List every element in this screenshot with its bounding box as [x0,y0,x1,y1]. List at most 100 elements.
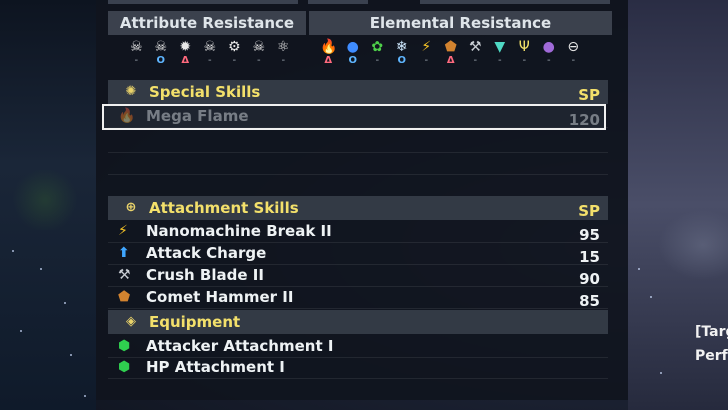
special-skills-title: Special Skills [149,83,261,101]
resistance-mark: - [281,55,286,66]
skill-row[interactable]: ⚡ Nanomachine Break II 95 [108,221,608,244]
resistance-cell: ✿ - [365,39,390,67]
null-icon: ⊖ [567,39,580,55]
resistance-cell: ❄ O [390,39,415,67]
green-gem-icon: ⬢ [118,359,131,375]
resistance-mark: - [473,55,478,66]
fire-icon: 🔥 [320,39,338,55]
resistance-cell: ⚙ - [222,39,247,67]
resistance-cell: ☠ - [198,39,223,67]
attribute-resistance-icons: ☠ - ☠ O ✹ Δ ☠ - ⚙ - ☠ - ⚛ - [124,39,296,67]
resistance-mark: - [207,55,212,66]
skill-name: Nanomachine Break II [146,222,332,240]
special-skills-header: ✺ Special Skills SP [108,80,608,104]
skill-name: Attacker Attachment I [146,337,334,355]
resistance-cell: ⬟ Δ [439,39,464,67]
status-panel: Attribute Resistance Elemental Resistanc… [96,0,628,400]
steel-icon: ⚒ [468,39,482,55]
resistance-mark: - [571,55,576,66]
resistance-mark: - [134,55,139,66]
light-icon: Ψ [518,39,530,55]
attachment-skills-header: ⊕ Attachment Skills SP [108,196,608,220]
skill-row[interactable]: ⬢ HP Attachment I [108,357,608,379]
attachment-skills-sp-label: SP [578,202,600,220]
earth-icon: ⬟ [118,289,131,305]
elemental-resistance-icons: 🔥 Δ ● O ✿ - ❄ O ⚡ - ⬟ Δ ⚒ - ▼ - Ψ - ● - ⊖ - [316,39,586,67]
skill-name: Attack Charge [146,244,267,262]
background-left [0,0,96,410]
resistance-cell: ⚛ - [271,39,296,67]
plant-icon: ✿ [371,39,384,55]
sparkle [638,268,640,270]
resistance-cell: ● O [341,39,366,67]
dark-icon: ● [542,39,555,55]
water-drop-icon: ● [346,39,359,55]
resistance-mark: - [546,55,551,66]
earth-icon: ⬟ [444,39,457,55]
resistance-mark: - [522,55,527,66]
skill-row[interactable]: ⬢ Attacker Attachment I [108,336,608,358]
sparkle [70,354,72,356]
steel-icon: ⚒ [118,267,131,283]
resistance-mark: O [156,55,165,66]
skull-icon: ☠ [129,39,143,55]
resistance-mark: - [497,55,502,66]
empty-slot-line [108,152,608,153]
resistance-mark: - [424,55,429,66]
electric-icon: ⚡ [421,39,432,55]
target-icon: ⊕ [125,200,137,215]
skill-row[interactable]: ⚒ Crush Blade II 90 [108,265,608,288]
side-hint-line1: [Targ [695,324,728,340]
atom-icon: ⚛ [276,39,290,55]
equipment-header: ◈ Equipment [108,310,608,334]
skull-icon: ☠ [252,39,266,55]
skull-icon: ☠ [203,39,217,55]
resistance-cell: ⊖ - [561,39,586,67]
sparkle [650,296,652,298]
resistance-mark: - [375,55,380,66]
resistance-cell: ⚒ - [463,39,488,67]
buff-arrow-icon: ⬆ [118,245,130,261]
attribute-resistance-header: Attribute Resistance [108,11,306,35]
ice-icon: ❄ [395,39,408,55]
skill-row[interactable]: ⬆ Attack Charge 15 [108,243,608,266]
electric-icon: ⚡ [118,223,128,239]
resistance-cell: ⚡ - [414,39,439,67]
skull-icon: ☠ [154,39,168,55]
sparkle [12,250,14,252]
resistance-mark: Δ [181,55,190,66]
gear-icon: ⚙ [227,39,241,55]
resistance-mark: - [232,55,237,66]
resistance-mark: O [397,55,406,66]
resistance-cell: 🔥 Δ [316,39,341,67]
resistance-mark: Δ [446,55,455,66]
skill-name: Crush Blade II [146,266,264,284]
gear-icon: ✺ [125,84,137,99]
green-gem-icon: ⬢ [118,338,131,354]
side-hint-line2: Perfo [695,348,728,364]
resistance-cell: ▼ - [488,39,513,67]
sparkle [64,302,66,304]
diamond-icon: ◈ [126,314,136,329]
top-edge [108,0,610,5]
resistance-mark: Δ [324,55,333,66]
resistance-cell: Ψ- [512,39,537,67]
resistance-cell: ☠ - [247,39,272,67]
resistance-cell: ✹ Δ [173,39,198,67]
resistance-mark: - [256,55,261,66]
resistance-cell: ☠ - [124,39,149,67]
selected-skill-highlight[interactable] [102,104,606,130]
resistance-cell: ☠ O [149,39,174,67]
skill-name: Comet Hammer II [146,288,294,306]
wind-icon: ▼ [494,39,506,55]
skill-name: HP Attachment I [146,358,285,376]
resistance-mark: O [348,55,357,66]
spiky-skull-icon: ✹ [179,39,192,55]
sparkle [660,372,662,374]
skill-sp-cost: 85 [579,292,600,310]
equipment-title: Equipment [149,313,241,331]
attachment-skills-title: Attachment Skills [149,199,299,217]
skill-row[interactable]: ⬟ Comet Hammer II 85 [108,287,608,310]
sparkle [20,330,22,332]
empty-slot-line [108,174,608,175]
